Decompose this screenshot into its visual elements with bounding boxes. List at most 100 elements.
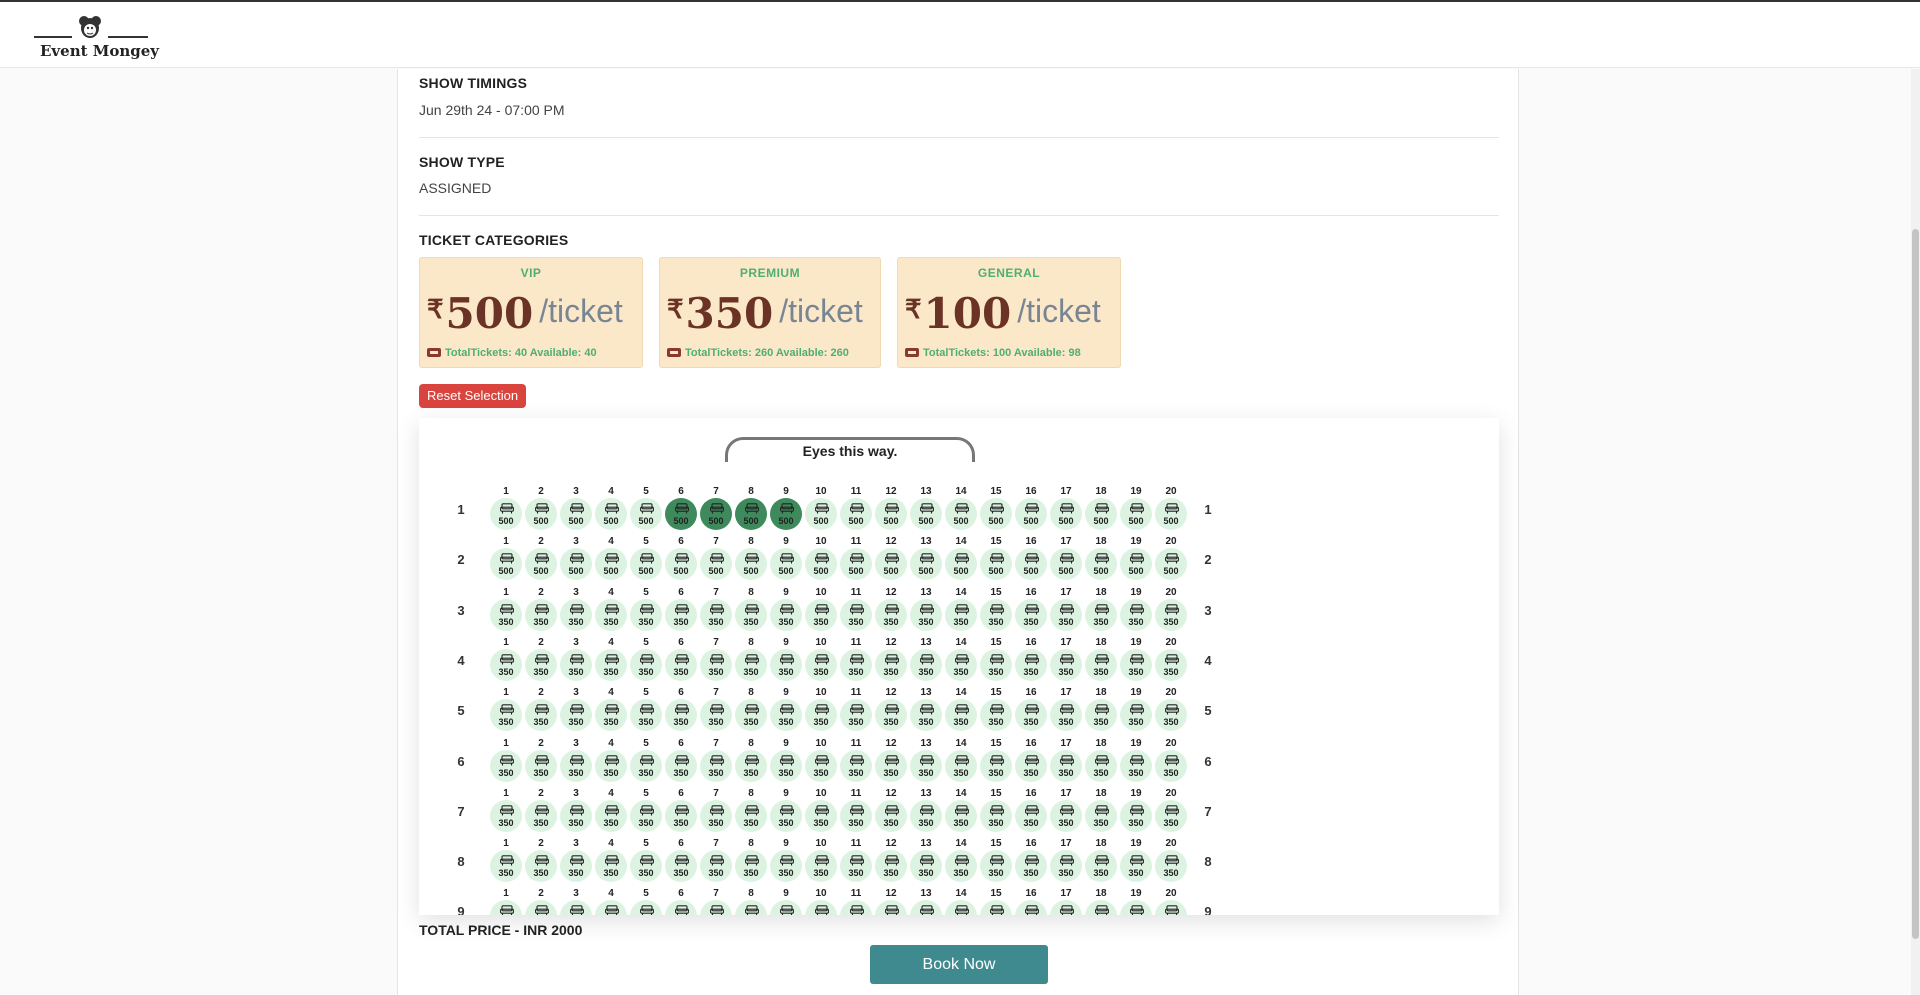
seat[interactable]: 350	[1120, 699, 1152, 732]
seat[interactable]: 350	[665, 900, 697, 915]
seat[interactable]: 350	[910, 648, 942, 681]
seat[interactable]: 350	[560, 900, 592, 915]
seat[interactable]: 350	[735, 799, 767, 832]
seat[interactable]: 350	[1085, 648, 1117, 681]
seat[interactable]: 500	[770, 498, 802, 530]
seat[interactable]: 350	[630, 648, 662, 681]
seat[interactable]: 500	[595, 498, 627, 530]
seat[interactable]: 500	[735, 498, 767, 530]
seat[interactable]: 350	[980, 900, 1012, 915]
seat[interactable]: 350	[665, 749, 697, 782]
seat[interactable]: 350	[700, 648, 732, 681]
seat[interactable]: 350	[1155, 699, 1187, 732]
seat[interactable]: 350	[1155, 598, 1187, 631]
seat[interactable]: 350	[700, 799, 732, 832]
seat[interactable]: 500	[945, 548, 977, 581]
seat[interactable]: 350	[665, 850, 697, 883]
seat[interactable]: 350	[910, 850, 942, 883]
seat[interactable]: 350	[735, 598, 767, 631]
seat[interactable]: 500	[945, 498, 977, 530]
reset-selection-button[interactable]: Reset Selection	[419, 384, 527, 408]
seat[interactable]: 350	[805, 598, 837, 631]
seat[interactable]: 350	[630, 900, 662, 915]
seat[interactable]: 350	[1015, 749, 1047, 782]
seat[interactable]: 500	[1050, 498, 1082, 530]
seat[interactable]: 500	[665, 548, 697, 581]
seat[interactable]: 350	[1015, 648, 1047, 681]
seat[interactable]: 350	[665, 799, 697, 832]
seat[interactable]: 350	[595, 799, 627, 832]
seat[interactable]: 500	[980, 498, 1012, 530]
seat[interactable]: 500	[630, 548, 662, 581]
seat[interactable]: 350	[1050, 850, 1082, 883]
seat[interactable]: 350	[980, 648, 1012, 681]
seat[interactable]: 500	[805, 548, 837, 581]
seat[interactable]: 350	[910, 749, 942, 782]
seat[interactable]: 500	[1155, 548, 1187, 581]
seat[interactable]: 500	[700, 498, 732, 530]
seat[interactable]: 500	[560, 498, 592, 530]
seat[interactable]: 350	[875, 648, 907, 681]
seat[interactable]: 350	[840, 749, 872, 782]
seat[interactable]: 350	[525, 850, 557, 883]
seat[interactable]: 350	[875, 799, 907, 832]
seat[interactable]: 350	[700, 900, 732, 915]
seat[interactable]: 500	[595, 548, 627, 581]
seat[interactable]: 500	[1085, 498, 1117, 530]
seat[interactable]: 500	[1120, 548, 1152, 581]
seat[interactable]: 350	[490, 648, 522, 681]
seat[interactable]: 350	[1120, 900, 1152, 915]
seat[interactable]: 350	[805, 799, 837, 832]
seat[interactable]: 350	[595, 749, 627, 782]
seat[interactable]: 500	[1085, 548, 1117, 581]
seat[interactable]: 500	[490, 548, 522, 581]
seat[interactable]: 350	[665, 699, 697, 732]
seat[interactable]: 350	[910, 799, 942, 832]
seat[interactable]: 350	[630, 699, 662, 732]
seat[interactable]: 350	[560, 699, 592, 732]
seat[interactable]: 350	[1120, 598, 1152, 631]
seat[interactable]: 350	[1120, 799, 1152, 832]
seat[interactable]: 350	[1155, 799, 1187, 832]
seat[interactable]: 350	[945, 699, 977, 732]
seat[interactable]: 350	[595, 598, 627, 631]
seat[interactable]: 350	[910, 598, 942, 631]
seat[interactable]: 350	[490, 799, 522, 832]
seat[interactable]: 350	[1015, 850, 1047, 883]
seat[interactable]: 350	[1155, 749, 1187, 782]
ticket-category-card-premium[interactable]: PREMIUM ₹350/ticket TotalTickets: 260 Av…	[659, 257, 881, 368]
seat[interactable]: 500	[735, 548, 767, 581]
seat[interactable]: 350	[770, 648, 802, 681]
seat[interactable]: 500	[1015, 498, 1047, 530]
seat[interactable]: 350	[840, 900, 872, 915]
seat[interactable]: 350	[1120, 648, 1152, 681]
seat[interactable]: 500	[840, 548, 872, 581]
seat[interactable]: 350	[700, 598, 732, 631]
logo[interactable]: Event Mongey	[34, 12, 159, 64]
seat[interactable]: 350	[1050, 598, 1082, 631]
seat[interactable]: 350	[490, 598, 522, 631]
seat[interactable]: 500	[630, 498, 662, 530]
seat[interactable]: 350	[560, 799, 592, 832]
seat[interactable]: 500	[1015, 548, 1047, 581]
seat[interactable]: 350	[980, 699, 1012, 732]
seat[interactable]: 350	[980, 598, 1012, 631]
seat[interactable]: 350	[700, 850, 732, 883]
seat[interactable]: 350	[735, 900, 767, 915]
seat[interactable]: 500	[665, 498, 697, 530]
seat[interactable]: 350	[1085, 699, 1117, 732]
seat[interactable]: 350	[1155, 900, 1187, 915]
seat[interactable]: 350	[875, 850, 907, 883]
seat[interactable]: 350	[980, 799, 1012, 832]
seat[interactable]: 500	[490, 498, 522, 530]
seat[interactable]: 350	[1015, 598, 1047, 631]
seat[interactable]: 350	[595, 850, 627, 883]
page-scrollbar[interactable]	[1911, 69, 1920, 995]
seat[interactable]: 350	[560, 598, 592, 631]
seat[interactable]: 350	[1155, 850, 1187, 883]
seat[interactable]: 350	[840, 598, 872, 631]
seat[interactable]: 350	[840, 648, 872, 681]
seat[interactable]: 350	[770, 900, 802, 915]
seat[interactable]: 350	[1015, 900, 1047, 915]
seat[interactable]: 350	[875, 900, 907, 915]
